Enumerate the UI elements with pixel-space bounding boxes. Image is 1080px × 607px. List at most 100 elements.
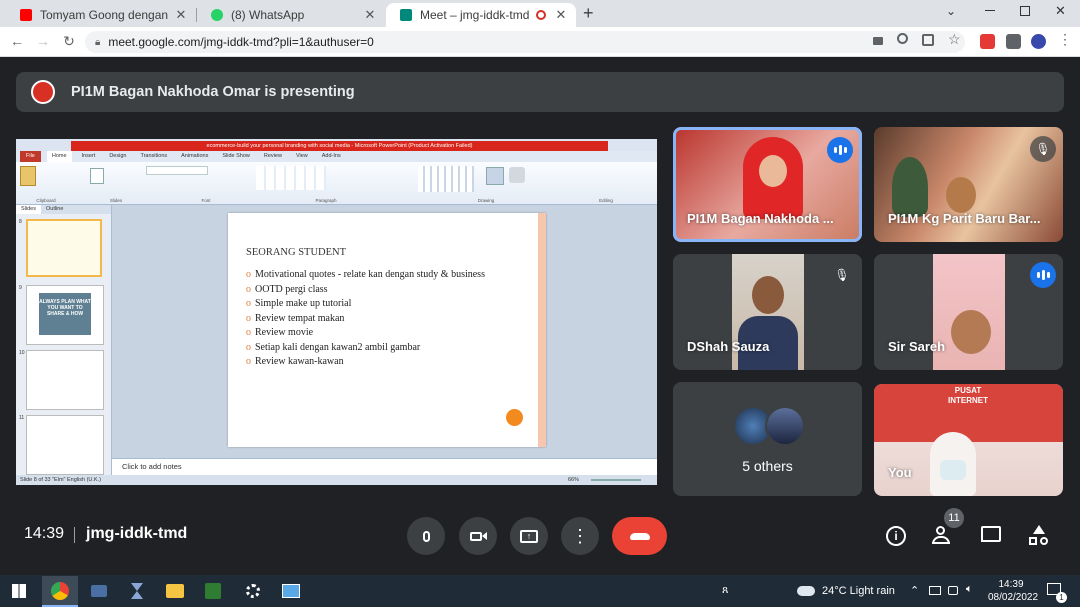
bullet-text: Setiap kali dengan kawan2 ambil gambar [255, 341, 421, 353]
extensions-puzzle-icon[interactable] [1006, 34, 1021, 49]
font-name-box[interactable] [146, 166, 208, 175]
zoom-icon[interactable] [897, 33, 908, 44]
ppt-tab-addins[interactable]: Add-Ins [318, 151, 345, 162]
zoom-slider[interactable] [591, 479, 641, 481]
forward-icon[interactable]: → [34, 33, 52, 49]
clock[interactable]: 14:39 08/02/2022 [988, 578, 1038, 604]
ppt-tab-file[interactable]: File [20, 151, 41, 162]
participant-tile-2[interactable]: 🎙︎ PI1M Kg Parit Baru Bar... [874, 127, 1063, 242]
quick-styles-icon[interactable] [509, 167, 525, 183]
ppt-tab-insert[interactable]: Insert [78, 151, 100, 162]
participant-tile-self[interactable]: PUSAT INTERNET You [874, 384, 1063, 496]
people-tray-icon[interactable]: ጸ [722, 584, 728, 597]
shapes-gallery[interactable] [418, 166, 474, 192]
window-close-icon[interactable]: ✕ [1055, 3, 1066, 19]
extension-red-icon[interactable] [980, 34, 995, 49]
volume-icon[interactable]: 🔈︎ [966, 583, 973, 596]
taskbar-app-3[interactable] [200, 578, 226, 604]
panel-tab-outline[interactable]: Outline [41, 205, 68, 214]
cloud-rain-icon [797, 586, 815, 596]
mic-off-icon: 🎙︎ [829, 262, 855, 288]
slide-thumbnail-11[interactable] [26, 415, 104, 475]
participant-tile-presenter[interactable]: PI1M Bagan Nakhoda ... [673, 127, 862, 242]
paste-icon[interactable] [20, 166, 36, 186]
chrome-icon [51, 581, 69, 600]
battery-icon[interactable] [948, 586, 958, 595]
participant-tile-3[interactable]: 🎙︎ DShah Sauza [673, 254, 862, 370]
bookmark-star-icon[interactable]: ☆ [948, 31, 961, 48]
camera-button[interactable] [459, 517, 497, 555]
arrange-icon[interactable] [486, 167, 504, 185]
profile-avatar[interactable] [1031, 34, 1046, 49]
bullet-item: o Setiap kali dengan kawan2 ambil gambar [246, 341, 421, 353]
ppt-tab-review[interactable]: Review [260, 151, 286, 162]
thumb-quote-text: ALWAYS PLAN WHAT YOU WANT TO SHARE & HOW [39, 293, 91, 335]
address-bar[interactable]: 🔒︎ meet.google.com/jmg-iddk-tmd?pli=1&au… [85, 31, 965, 53]
ppt-tab-home[interactable]: Home [46, 151, 72, 162]
show-hidden-icons-icon[interactable]: ⌃ [910, 584, 919, 597]
tab-meet[interactable]: Meet – jmg-iddk-tmd ✕ [386, 3, 576, 27]
ppt-tab-slideshow[interactable]: Slide Show [218, 151, 254, 162]
start-button[interactable] [6, 578, 32, 604]
network-icon[interactable] [929, 586, 941, 595]
participant-tile-4[interactable]: Sir Sareh [874, 254, 1063, 370]
status-zoom[interactable]: 66% [568, 475, 579, 485]
bullet-item: o Review tempat makan [246, 312, 345, 324]
present-now-button[interactable]: ↑ [510, 517, 548, 555]
slide-thumbnail-10[interactable] [26, 350, 104, 410]
back-icon[interactable]: ← [8, 33, 26, 49]
new-slide-icon[interactable] [90, 168, 104, 184]
maximize-icon[interactable] [1020, 6, 1030, 16]
slide-thumbnail-9[interactable]: ALWAYS PLAN WHAT YOU WANT TO SHARE & HOW [26, 285, 104, 345]
ppt-tab-transitions[interactable]: Transitions [136, 151, 171, 162]
tab-youtube[interactable]: Tomyam Goong dengan Homem ✕ [6, 3, 196, 27]
bullet-item: o Motivational quotes - relate kan dengan… [246, 269, 485, 280]
paragraph-buttons[interactable] [256, 166, 326, 190]
people-button[interactable] [932, 526, 954, 544]
taskbar-app-2[interactable] [124, 578, 150, 604]
tab-whatsapp[interactable]: (8) WhatsApp ✕ [197, 3, 385, 27]
mic-icon [422, 530, 430, 542]
share-icon[interactable] [922, 34, 934, 46]
group-font: Font [201, 198, 211, 203]
camera-icon[interactable] [873, 37, 883, 45]
taskbar-file-explorer[interactable] [162, 578, 188, 604]
taskbar-settings[interactable] [240, 578, 266, 604]
participant-tile-others[interactable]: 5 others [673, 382, 862, 496]
whatsapp-icon [211, 9, 223, 21]
ppt-tab-animations[interactable]: Animations [177, 151, 212, 162]
panel-tab-slides[interactable]: Slides [16, 205, 41, 214]
tab-title: Tomyam Goong dengan Homem [40, 8, 172, 22]
more-options-button[interactable]: ⋮ [561, 517, 599, 555]
taskbar-app-4[interactable] [278, 578, 304, 604]
ppt-tab-design[interactable]: Design [105, 151, 130, 162]
tab-search-icon[interactable]: ⌄ [946, 4, 956, 18]
minimize-icon[interactable] [985, 10, 995, 11]
meeting-details-info-icon[interactable]: i [886, 526, 906, 546]
notes-pane[interactable]: Click to add notes [112, 458, 657, 474]
activities-button[interactable] [1028, 525, 1050, 547]
status-slide-info: Slide 8 of 33 "Elm" English (U.K.) [20, 477, 101, 483]
slide-thumbnail-8[interactable] [26, 219, 102, 277]
microphone-button[interactable] [407, 517, 445, 555]
close-icon[interactable]: ✕ [361, 7, 379, 23]
close-icon[interactable]: ✕ [552, 7, 570, 23]
close-icon[interactable]: ✕ [172, 7, 190, 23]
tab-title: Meet – jmg-iddk-tmd [420, 8, 530, 22]
weather-text[interactable]: 24°C Light rain [822, 585, 895, 597]
chat-icon[interactable] [981, 526, 1001, 542]
taskbar-chrome[interactable] [42, 576, 78, 607]
meeting-code: jmg-iddk-tmd [86, 525, 188, 542]
current-slide[interactable]: SEORANG STUDENT o Motivational quotes - r… [228, 213, 546, 447]
bullet-text: Review kawan-kawan [255, 356, 344, 367]
ppt-window-title: ecommerce-build your personal branding w… [71, 141, 608, 151]
video-camera-lens-icon [481, 532, 487, 540]
participant-name: Sir Sareh [888, 339, 946, 354]
reload-icon[interactable]: ↻ [60, 33, 78, 50]
ppt-tab-view[interactable]: View [292, 151, 312, 162]
leave-call-button[interactable] [612, 517, 667, 555]
more-menu-icon[interactable]: ⋮ [1058, 31, 1072, 48]
slide-number: 10 [19, 350, 25, 356]
taskbar-app-1[interactable] [86, 578, 112, 604]
new-tab-button[interactable]: + [583, 3, 594, 24]
